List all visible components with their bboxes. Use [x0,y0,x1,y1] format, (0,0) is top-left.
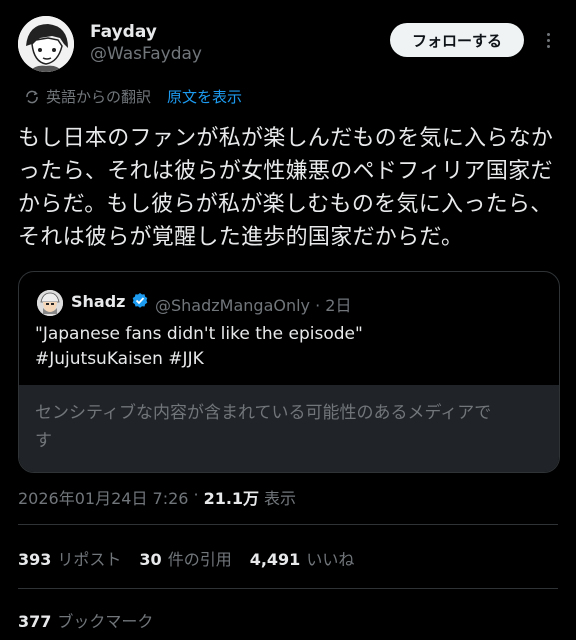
likes-stat[interactable]: 4,491 いいね [250,546,355,570]
view-label: 表示 [264,489,297,508]
divider [18,524,558,525]
reposts-count: 393 [18,550,52,569]
translation-label: 英語からの翻訳 [46,88,152,106]
quotes-count: 30 [139,550,162,569]
translation-bar: 英語からの翻訳 原文を表示 [24,86,242,107]
reposts-label: リポスト [57,550,122,569]
bookmarks-label: ブックマーク [57,612,154,631]
quote-handle-time: @ShadzMangaOnly · 2日 [155,292,351,316]
show-original-link[interactable]: 原文を表示 [167,86,242,107]
quote-time[interactable]: 2日 [325,296,351,315]
likes-count: 4,491 [249,550,301,569]
quote-author-name[interactable]: Shadz [71,292,125,311]
more-icon[interactable] [536,26,560,54]
divider [18,588,558,589]
author-avatar[interactable] [18,16,74,72]
bookmarks-stat[interactable]: 377 ブックマーク [18,608,153,632]
tweet-meta: 2026年01月24日 7:26 · 21.1万 表示 [18,485,296,509]
reposts-stat[interactable]: 393 リポスト [18,546,121,570]
tweet-datetime[interactable]: 2026年01月24日 7:26 [18,485,188,509]
engagement-stats: 393 リポスト 30 件の引用 4,491 いいね [18,546,354,570]
sensitive-media-notice[interactable]: センシティブな内容が含まれている可能性のあるメディアで す [19,385,559,472]
quoted-tweet[interactable]: Shadz @ShadzMangaOnly · 2日 "Japanese fan… [18,271,560,473]
quote-text: "Japanese fans didn't like the episode" … [35,324,363,369]
quotes-label: 件の引用 [167,550,232,569]
manga-avatar-icon [18,16,74,72]
quotes-stat[interactable]: 30 件の引用 [139,546,231,570]
quote-separator: · [315,296,321,315]
translate-icon [26,90,38,103]
author-name[interactable]: Fayday [90,22,157,42]
meta-separator: · [193,485,199,504]
likes-label: いいね [306,550,355,569]
author-handle[interactable]: @WasFayday [90,44,202,64]
verified-badge-icon [132,293,148,308]
view-count: 21.1万 [203,489,260,508]
tweet-body: もし日本のファンが私が楽しんだものを気に入らなか ったら、それは彼らが女性嫌悪の… [18,126,554,250]
character-avatar-icon [37,290,63,316]
quote-avatar[interactable] [37,290,63,316]
follow-button[interactable]: フォローする [390,23,524,57]
quote-handle[interactable]: @ShadzMangaOnly [155,296,310,315]
bookmarks-count: 377 [18,612,52,631]
